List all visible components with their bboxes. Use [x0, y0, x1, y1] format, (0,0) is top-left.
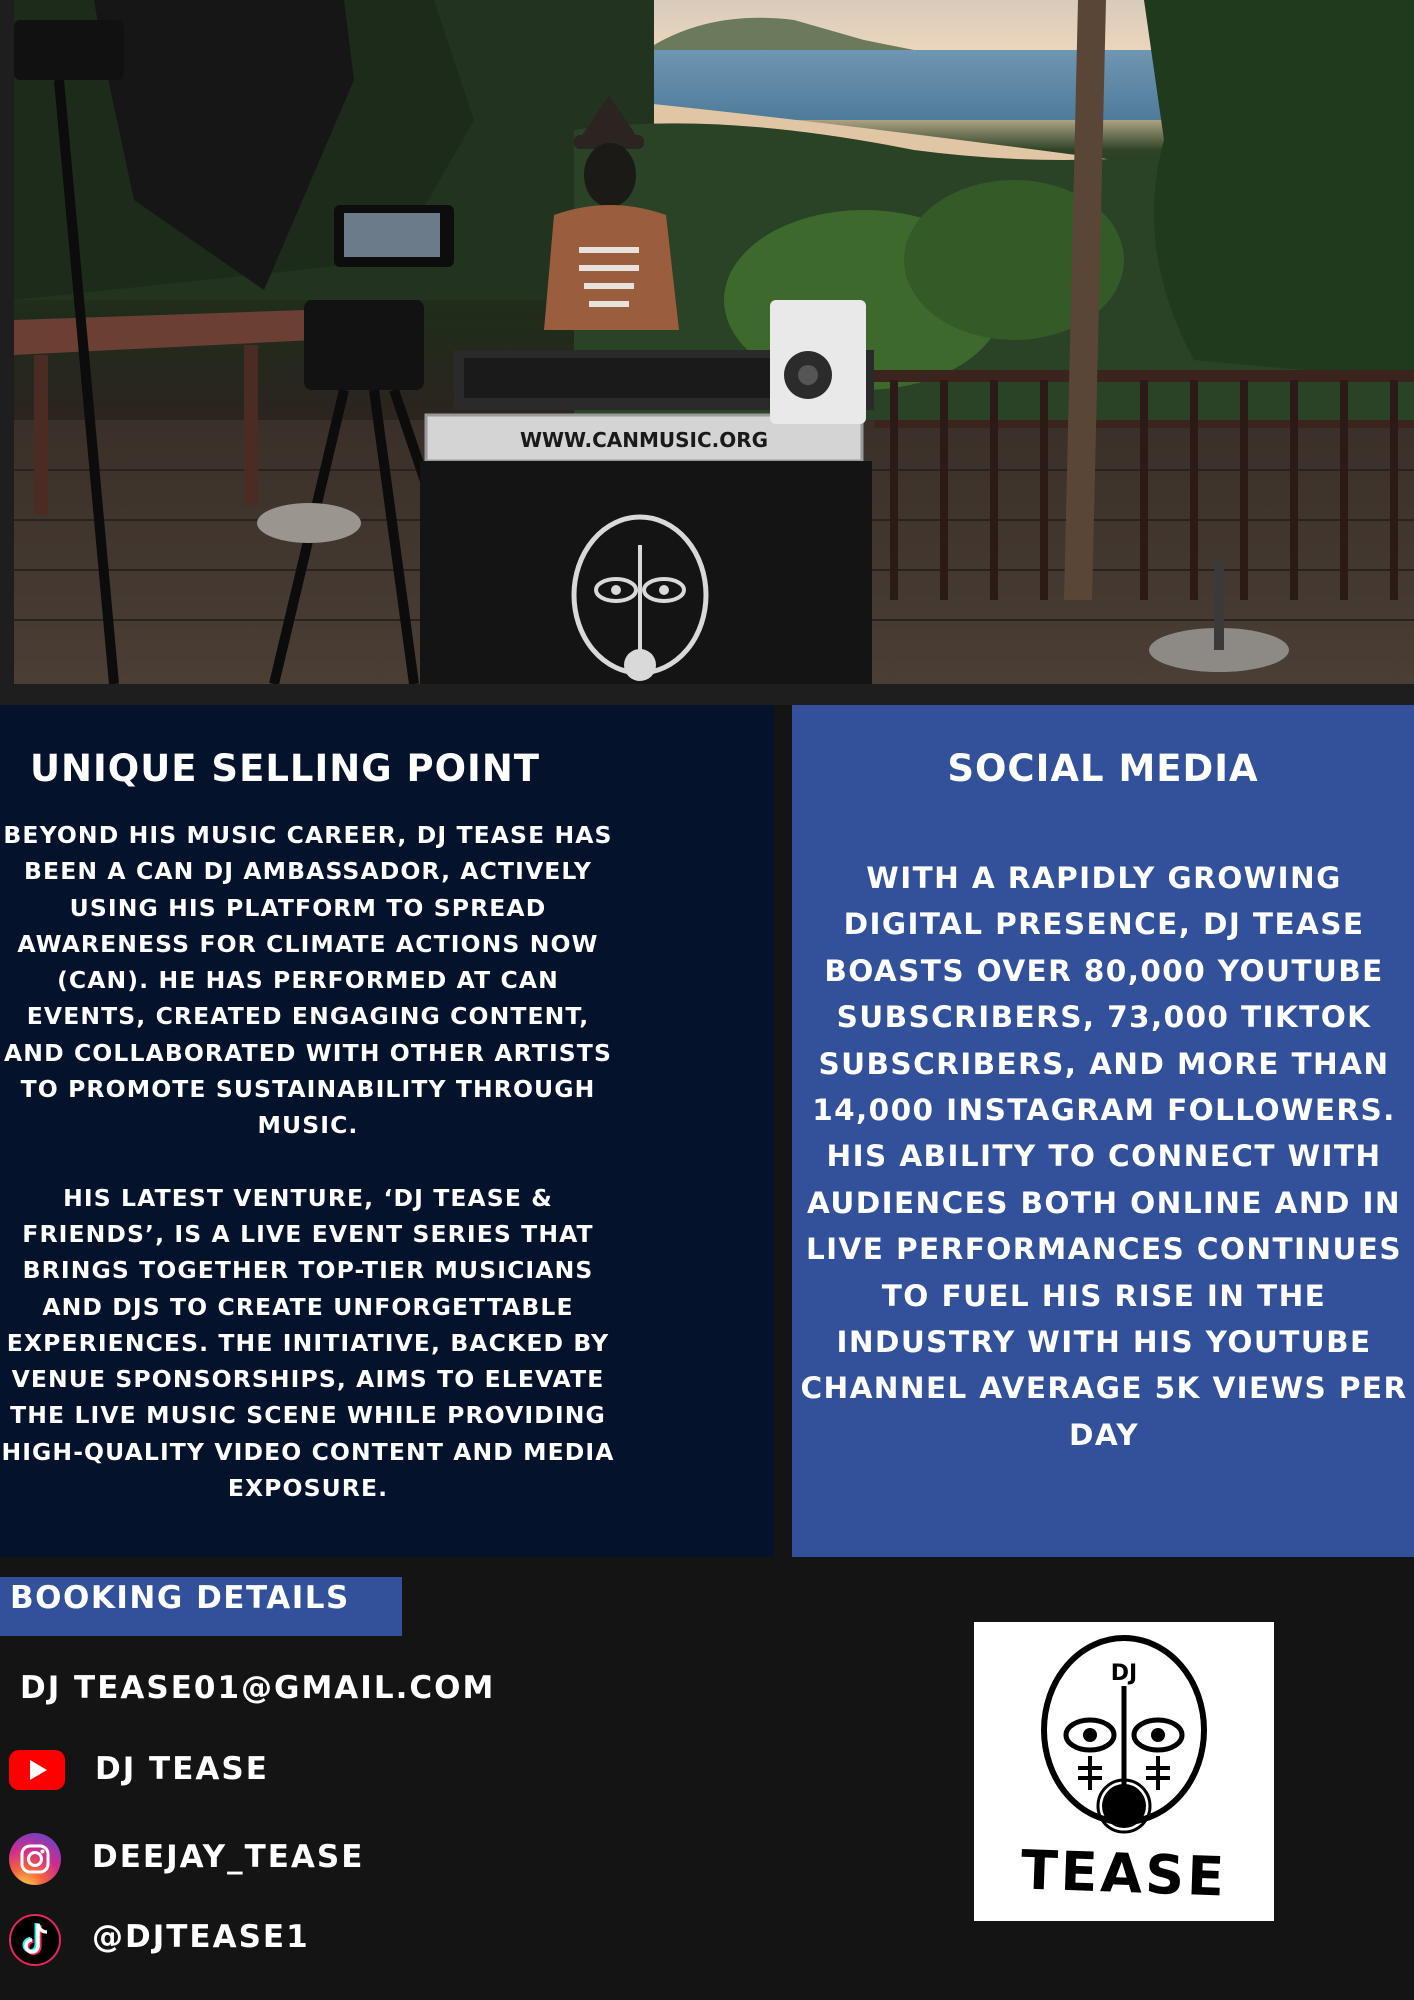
logo-wordmark: TEASE — [1020, 1838, 1228, 1908]
youtube-icon[interactable] — [9, 1750, 65, 1790]
logo-dj-letters: DJ — [1111, 1661, 1137, 1686]
tiktok-handle[interactable]: @DJTEASE1 — [92, 1919, 310, 1955]
hero-section: WWW.CANMUSIC.ORG — [0, 0, 1414, 705]
social-media-panel: SOCIAL MEDIA With a rapidly growing digi… — [792, 705, 1414, 1557]
social-media-body: With a rapidly growing digital presence,… — [800, 861, 1408, 1452]
usp-body: Beyond his music career, DJ Tease has be… — [0, 817, 616, 1506]
hero-photo: WWW.CANMUSIC.ORG — [14, 0, 1414, 684]
logo-mark: DJ TEASE — [1020, 1635, 1228, 1909]
booking-title: BOOKING DETAILS — [10, 1580, 350, 1616]
social-media-heading: SOCIAL MEDIA — [947, 747, 1259, 790]
unique-selling-point-panel: UNIQUE SELLING POINT Beyond his music ca… — [0, 705, 774, 1557]
usp-paragraph: His latest venture, ‘DJ Tease & Friends’… — [1, 1183, 615, 1503]
hero-photo-illustration: WWW.CANMUSIC.ORG — [14, 0, 1414, 684]
instagram-handle[interactable]: DEEJAY_TEASE — [92, 1839, 364, 1875]
tiktok-icon[interactable] — [9, 1912, 61, 1968]
youtube-handle[interactable]: DJ TEASE — [95, 1751, 269, 1787]
email-link[interactable]: DJ TEASE01@GMAIL.COM — [20, 1670, 495, 1706]
usp-heading: UNIQUE SELLING POINT — [30, 747, 541, 790]
booth-banner-text: WWW.CANMUSIC.ORG — [520, 428, 768, 452]
dj-tease-logo: DJ TEASE — [974, 1622, 1274, 1921]
instagram-icon[interactable] — [9, 1833, 61, 1885]
usp-paragraph: Beyond his music career, DJ Tease has be… — [3, 821, 613, 1140]
